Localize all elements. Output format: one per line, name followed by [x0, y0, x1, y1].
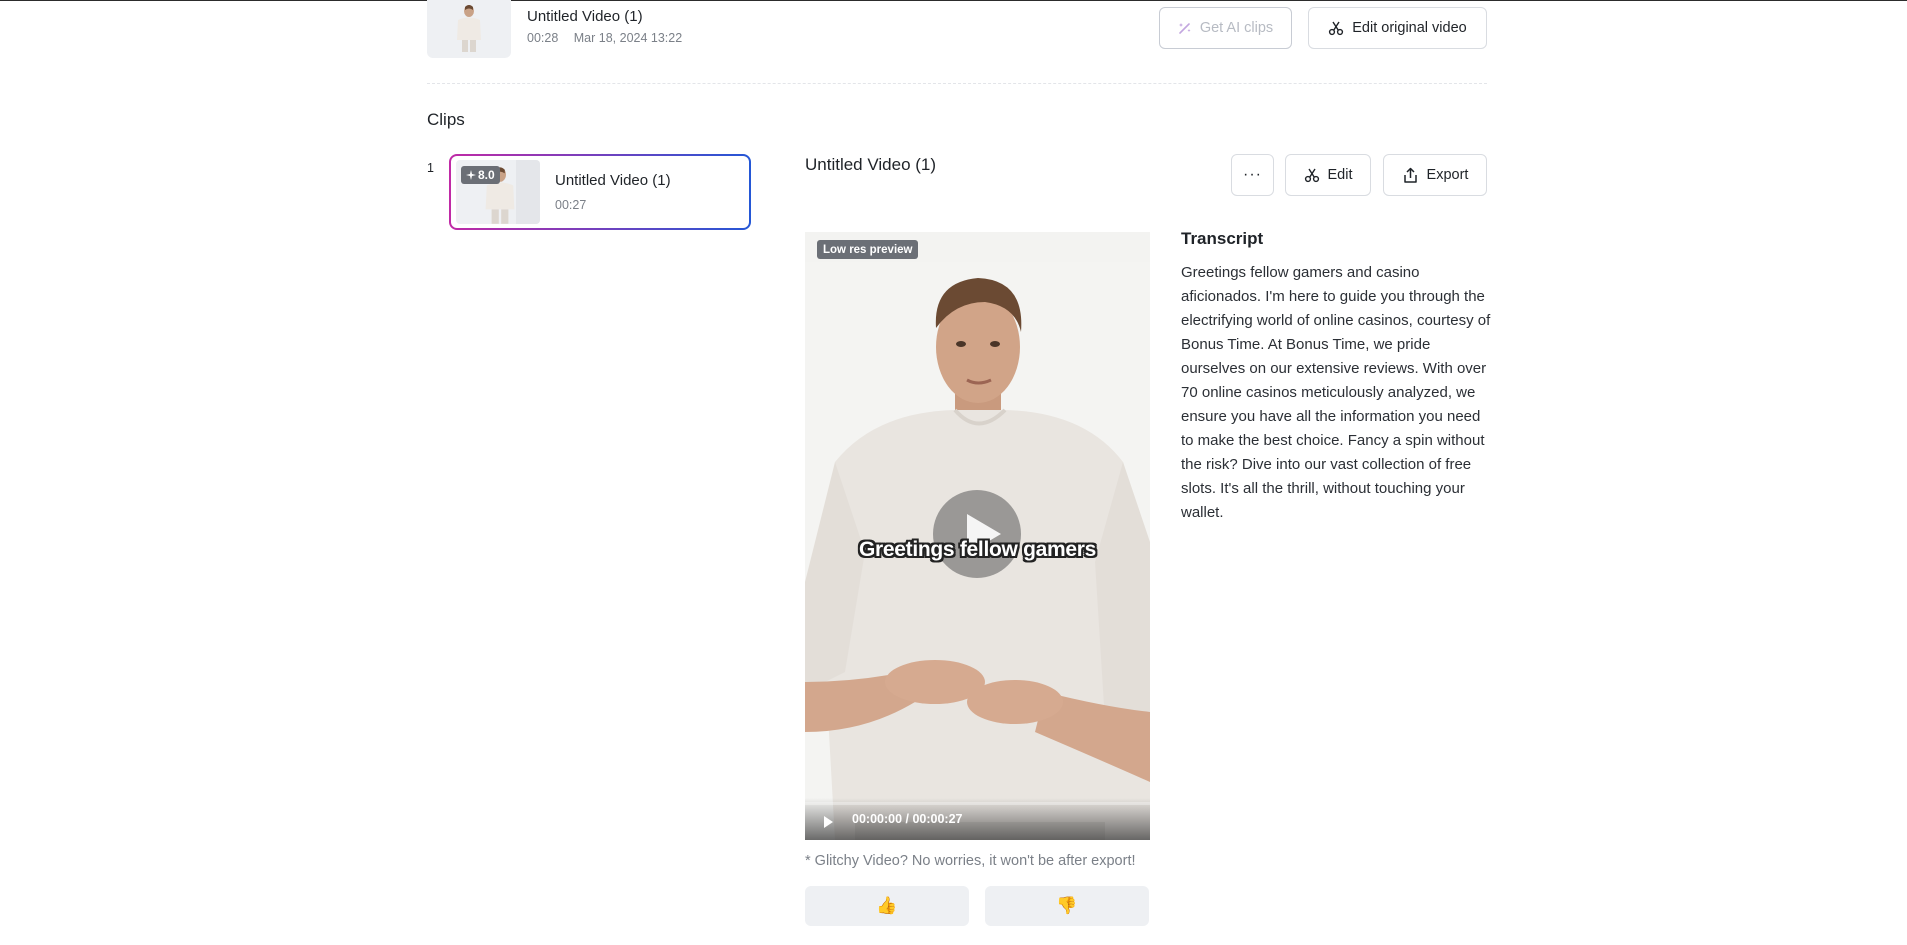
- play-overlay-button[interactable]: [933, 490, 1021, 578]
- glitch-notice: * Glitchy Video? No worries, it won't be…: [805, 853, 1136, 869]
- video-controls: 00:00:00 / 00:00:27: [805, 798, 1150, 840]
- section-divider: [427, 83, 1487, 84]
- clip-thumbnail-panel: [516, 160, 540, 224]
- clip-score-value: 8.0: [478, 168, 495, 182]
- video-caption: Greetings fellow gamers: [858, 538, 1096, 561]
- clip-detail-title: Untitled Video (1): [805, 155, 937, 174]
- clips-heading: Clips: [427, 110, 465, 129]
- scissors-icon: [1329, 21, 1344, 36]
- export-button[interactable]: Export: [1383, 154, 1487, 196]
- clip-duration: 00:27: [555, 198, 587, 212]
- edit-clip-label: Edit: [1327, 167, 1353, 183]
- person-thumbnail-image: [457, 5, 481, 52]
- edit-original-video-label: Edit original video: [1352, 20, 1467, 36]
- original-video-title: Untitled Video (1): [527, 8, 643, 25]
- original-video-duration: 00:28: [527, 31, 559, 45]
- transcript-text: Greetings fellow gamers and casino afici…: [1181, 264, 1491, 521]
- sparkle-icon: [466, 170, 476, 180]
- video-time-display: 00:00:00 / 00:00:27: [852, 812, 963, 826]
- clip-thumbnail: 8.0: [456, 160, 540, 224]
- low-res-preview-badge: Low res preview: [817, 240, 919, 259]
- clip-title: Untitled Video (1): [555, 172, 671, 189]
- thumbs-up-icon: 👍: [876, 896, 898, 915]
- play-icon[interactable]: [824, 816, 833, 828]
- top-border: [0, 0, 1907, 1]
- thumbs-down-icon: 👎: [1056, 896, 1078, 915]
- clip-index: 1: [427, 161, 434, 175]
- transcript-heading: Transcript: [1181, 229, 1264, 248]
- original-video-thumbnail[interactable]: [427, 0, 511, 58]
- video-player[interactable]: Low res preview Greetings fellow gamers …: [805, 232, 1150, 840]
- edit-clip-button[interactable]: Edit: [1285, 154, 1371, 196]
- thumbs-down-button[interactable]: 👎: [985, 886, 1149, 926]
- clip-score-badge: 8.0: [461, 166, 500, 184]
- export-label: Export: [1426, 167, 1469, 183]
- export-icon: [1403, 167, 1417, 183]
- get-ai-clips-label: Get AI clips: [1199, 20, 1274, 36]
- get-ai-clips-button[interactable]: Get AI clips: [1159, 7, 1292, 49]
- scissors-icon: [1304, 168, 1319, 183]
- video-progress-bar[interactable]: [805, 802, 1150, 805]
- clip-list-item[interactable]: 8.0 Untitled Video (1) 00:27: [449, 154, 751, 230]
- original-video-meta: 00:28 Mar 18, 2024 13:22: [527, 31, 694, 45]
- more-options-button[interactable]: ···: [1231, 154, 1274, 196]
- more-options-icon: ···: [1243, 166, 1262, 183]
- thumbs-up-button[interactable]: 👍: [805, 886, 969, 926]
- magic-wand-icon: [1178, 23, 1191, 34]
- edit-original-video-button[interactable]: Edit original video: [1308, 7, 1487, 49]
- original-video-date: Mar 18, 2024 13:22: [573, 31, 683, 45]
